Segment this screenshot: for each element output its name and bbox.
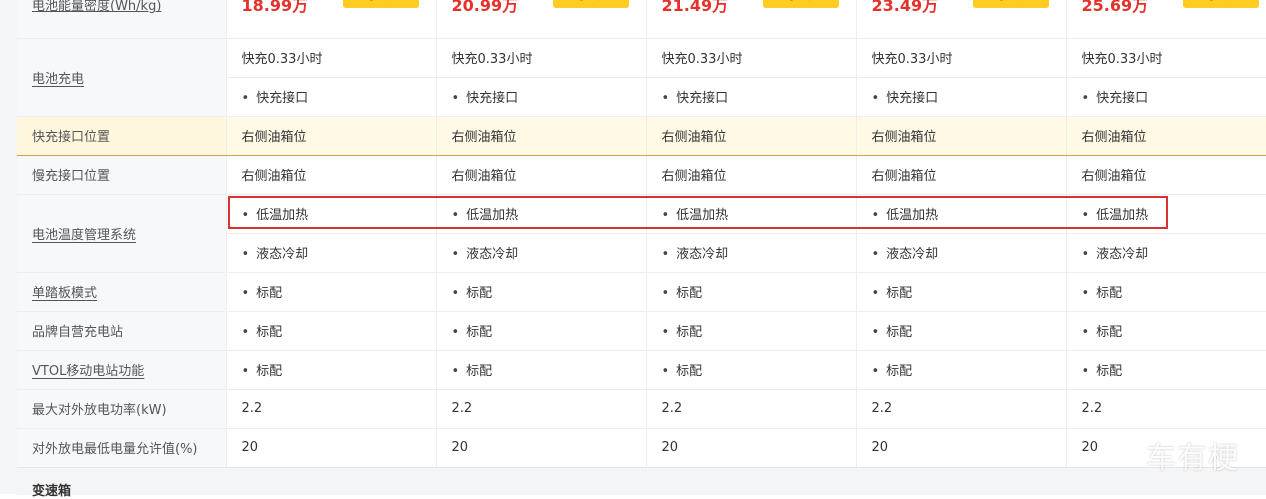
spec-row-min-discharge-soc: 对外放电最低电量允许值(%) 20 20 20 20 20: [17, 428, 1266, 468]
spec-cell: 标配: [226, 311, 437, 351]
spec-cell: 快充接口: [856, 77, 1067, 117]
price: 18.99万: [241, 0, 309, 15]
section-title: 变速箱: [32, 484, 72, 499]
spec-row-fast-port-position: 快充接口位置 右侧油箱位 右侧油箱位 右侧油箱位 右侧油箱位 右侧油箱位: [17, 116, 1266, 156]
spec-cell: 标配: [1066, 311, 1266, 351]
row-label-min-discharge-soc: 对外放电最低电量允许值(%): [17, 428, 227, 468]
spec-cell: 右侧油箱位: [1066, 155, 1266, 195]
spec-cell: 液态冷却: [856, 233, 1067, 273]
spec-cell: 标配: [1066, 350, 1266, 390]
spec-row-max-discharge: 最大对外放电功率(kW) 2.2 2.2 2.2 2.2 2.2: [17, 389, 1266, 429]
spec-cell: 20: [436, 428, 647, 468]
spec-cell: 右侧油箱位: [856, 116, 1067, 156]
spec-row-slow-port-position: 慢充接口位置 右侧油箱位 右侧油箱位 右侧油箱位 右侧油箱位 右侧油箱位: [17, 155, 1266, 195]
section-header-gearbox: 变速箱: [17, 467, 1266, 499]
price-cell: 23.49万 询底价: [856, 0, 1067, 39]
spec-table: 电池能量密度(Wh/kg) 18.99万 询底价 20.99万 询底价 21.4…: [17, 0, 1266, 468]
spec-cell: 液态冷却: [1066, 233, 1266, 273]
spec-cell: 液态冷却: [436, 233, 647, 273]
spec-cell: 标配: [436, 272, 647, 312]
row-label-fast-port-position: 快充接口位置: [17, 116, 227, 156]
spec-cell: 标配: [436, 311, 647, 351]
spec-cell: 右侧油箱位: [646, 116, 857, 156]
spec-cell: 右侧油箱位: [226, 116, 437, 156]
spec-cell: 右侧油箱位: [226, 155, 437, 195]
price-cell: 20.99万 询底价: [436, 0, 647, 39]
spec-cell: 标配: [226, 272, 437, 312]
spec-cell: 快充0.33小时: [646, 38, 857, 78]
spec-cell: 右侧油箱位: [1066, 116, 1266, 156]
spec-cell: 标配: [646, 272, 857, 312]
row-label-battery-charge[interactable]: 电池充电: [17, 38, 227, 117]
spec-cell: 标配: [226, 350, 437, 390]
spec-cell: 快充0.33小时: [856, 38, 1067, 78]
spec-cell: 标配: [856, 350, 1067, 390]
price: 23.49万: [871, 0, 939, 15]
spec-cell: 2.2: [1066, 389, 1266, 429]
spec-cell: 快充接口: [436, 77, 647, 117]
ask-price-button[interactable]: 询底价: [972, 0, 1049, 8]
price: 20.99万: [451, 0, 519, 15]
spec-cell: 右侧油箱位: [436, 155, 647, 195]
spec-cell: 右侧油箱位: [646, 155, 857, 195]
spec-cell: 液态冷却: [226, 233, 437, 273]
watermark: 车有梗: [1146, 441, 1239, 476]
spec-cell: 快充0.33小时: [1066, 38, 1266, 78]
spec-cell: 2.2: [646, 389, 857, 429]
spec-cell: 右侧油箱位: [856, 155, 1067, 195]
spec-row-one-pedal: 单踏板模式 标配 标配 标配 标配 标配: [17, 272, 1266, 312]
price-cell: 25.69万 询底价: [1066, 0, 1266, 39]
spec-cell: 标配: [1066, 272, 1266, 312]
price: 21.49万: [661, 0, 729, 15]
highlight-annotation-box: [228, 196, 1168, 229]
left-gutter: [0, 0, 17, 494]
row-label-battery-thermal[interactable]: 电池温度管理系统: [17, 194, 227, 273]
spec-cell: 液态冷却: [646, 233, 857, 273]
price-row: 电池能量密度(Wh/kg) 18.99万 询底价 20.99万 询底价 21.4…: [17, 0, 1266, 39]
spec-cell: 快充接口: [646, 77, 857, 117]
spec-row-charge-time: 电池充电 快充0.33小时 快充0.33小时 快充0.33小时 快充0.33小时…: [17, 38, 1266, 117]
spec-cell: 标配: [646, 350, 857, 390]
row-label-max-discharge: 最大对外放电功率(kW): [17, 389, 227, 429]
row-label-brand-station: 品牌自营充电站: [17, 311, 227, 351]
ask-price-button[interactable]: 询底价: [1182, 0, 1259, 8]
ask-price-button[interactable]: 询底价: [552, 0, 629, 8]
spec-cell: 快充接口: [226, 77, 437, 117]
ask-price-button[interactable]: 询底价: [342, 0, 419, 8]
spec-cell: 2.2: [436, 389, 647, 429]
price-cell: 21.49万 询底价: [646, 0, 857, 39]
spec-cell: 20: [226, 428, 437, 468]
spec-cell: 2.2: [856, 389, 1067, 429]
spec-row-brand-station: 品牌自营充电站 标配 标配 标配 标配 标配: [17, 311, 1266, 351]
row-label-slow-port-position: 慢充接口位置: [17, 155, 227, 195]
spec-comparison-page: 电池能量密度(Wh/kg) 18.99万 询底价 20.99万 询底价 21.4…: [0, 0, 1266, 499]
spec-cell: 标配: [856, 311, 1067, 351]
price-cell: 18.99万 询底价: [226, 0, 437, 39]
spec-cell: 2.2: [226, 389, 437, 429]
spec-row-vtol: VTOL移动电站功能 标配 标配 标配 标配 标配: [17, 350, 1266, 390]
price: 25.69万: [1081, 0, 1149, 15]
spec-cell: 20: [856, 428, 1067, 468]
spec-cell: 标配: [856, 272, 1067, 312]
spec-cell: 快充0.33小时: [226, 38, 437, 78]
spec-cell: 标配: [436, 350, 647, 390]
ask-price-button[interactable]: 询底价: [762, 0, 839, 8]
spec-cell: 快充0.33小时: [436, 38, 647, 78]
spec-cell: 20: [646, 428, 857, 468]
row-label-one-pedal[interactable]: 单踏板模式: [17, 272, 227, 312]
spec-cell: 快充接口: [1066, 77, 1266, 117]
spec-cell: 右侧油箱位: [436, 116, 647, 156]
row-label-energy-density[interactable]: 电池能量密度(Wh/kg): [17, 0, 227, 39]
row-label-vtol[interactable]: VTOL移动电站功能: [17, 350, 227, 390]
spec-cell: 标配: [646, 311, 857, 351]
